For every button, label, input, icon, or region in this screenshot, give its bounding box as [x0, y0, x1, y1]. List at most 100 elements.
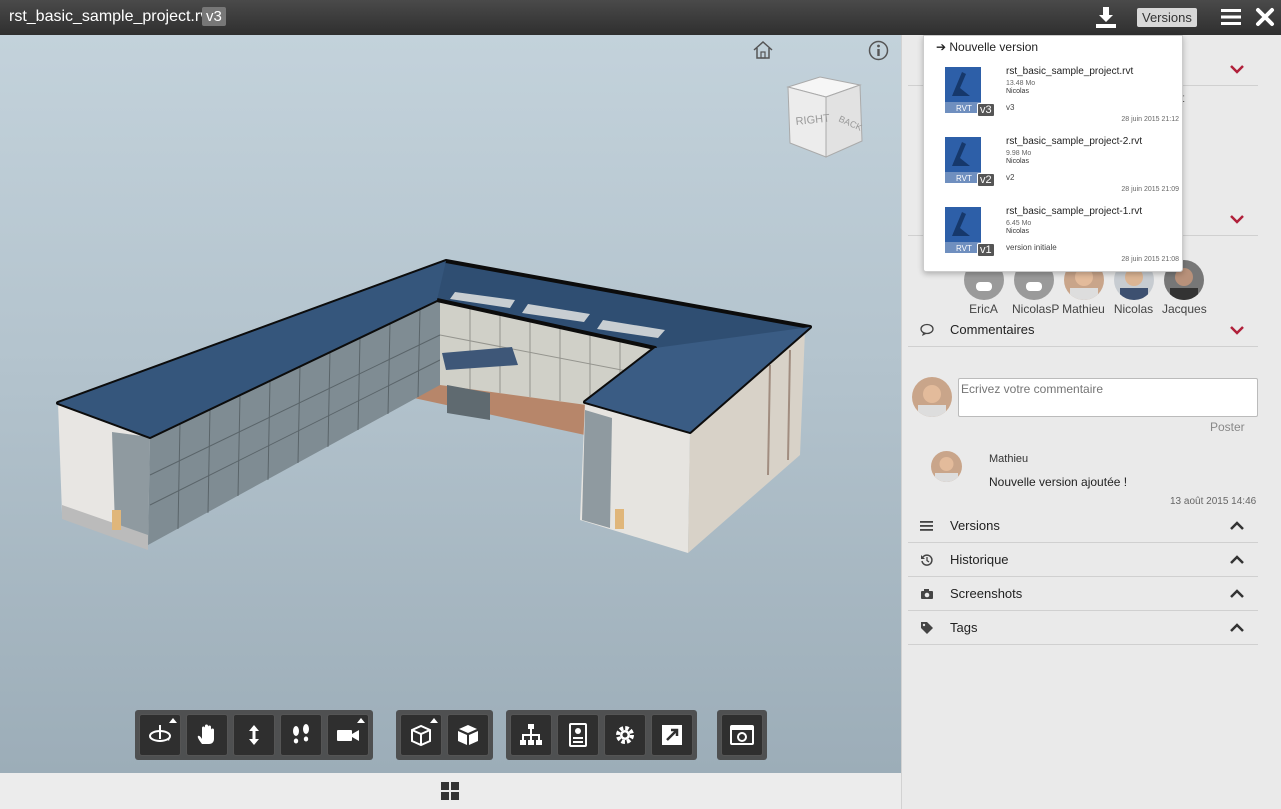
fullscreen-icon: [662, 725, 682, 745]
arrow-right-icon: ➔: [936, 40, 950, 54]
file-type-label: RVT: [956, 174, 972, 183]
new-version-button[interactable]: ➔ Nouvelle version: [936, 40, 1038, 54]
model-toolbar: [396, 710, 493, 760]
version-item[interactable]: RVT v1 rst_basic_sample_project-1.rvt 6.…: [924, 206, 1182, 276]
properties-button[interactable]: [557, 714, 599, 756]
pan-tool-button[interactable]: [186, 714, 228, 756]
chevron-up-icon: [1230, 623, 1244, 632]
home-view-button[interactable]: [752, 40, 774, 60]
3d-viewer[interactable]: RIGHT BACK: [0, 35, 901, 773]
screenshot-toolbar: [717, 710, 767, 760]
version-date: 28 juin 2015 21:09: [1121, 186, 1179, 193]
model-tree-icon: [520, 724, 542, 745]
camera-icon: [921, 589, 933, 599]
settings-gear-icon: [616, 726, 634, 744]
section-box-icon: [411, 724, 431, 747]
fullscreen-button[interactable]: [651, 714, 693, 756]
close-icon: [1256, 8, 1274, 26]
file-title: rst_basic_sample_project.rvt: [9, 8, 213, 25]
chevron-down-icon: [1230, 65, 1244, 74]
orbit-tool-button[interactable]: [139, 714, 181, 756]
comment-text: Nouvelle version ajoutée !: [989, 475, 1128, 489]
chevron-down-icon: [1230, 215, 1244, 224]
comment-author: Mathieu: [989, 453, 1029, 465]
hamburger-menu-icon: [1221, 9, 1241, 25]
version-file-size: 6.45 Mo: [1006, 220, 1032, 227]
version-tag: v2: [977, 173, 995, 187]
view-cube-graphic: RIGHT BACK: [786, 76, 864, 158]
top-bar: rst_basic_sample_project.rvt v3 Versions: [0, 0, 1281, 35]
section-versions[interactable]: Versions: [908, 509, 1258, 543]
comment-date: 13 août 2015 14:46: [1170, 496, 1257, 507]
comment-input[interactable]: [958, 378, 1258, 417]
history-icon: [921, 554, 933, 566]
section-screenshots[interactable]: Screenshots: [908, 577, 1258, 611]
tags-icon: [921, 622, 933, 634]
version-file-name: rst_basic_sample_project-2.rvt: [1006, 136, 1143, 147]
version-tag: v1: [977, 243, 995, 257]
zoom-arrows-icon: [249, 725, 259, 745]
camera-icon: [337, 730, 359, 741]
version-file-size: 9.98 Mo: [1006, 150, 1032, 157]
file-type-label: RVT: [956, 104, 972, 113]
chevron-up-icon: [1230, 555, 1244, 564]
info-button[interactable]: [868, 40, 889, 61]
post-comment-button[interactable]: Poster: [1210, 420, 1245, 434]
new-version-label: Nouvelle version: [949, 40, 1039, 54]
properties-icon: [569, 723, 587, 747]
versions-dropdown: ➔ Nouvelle version RVT v3 rst_basic_samp…: [923, 35, 1183, 272]
section-screenshots-label: Screenshots: [950, 586, 1023, 601]
section-comments-label: Commentaires: [950, 322, 1035, 337]
version-item[interactable]: RVT v2 rst_basic_sample_project-2.rvt 9.…: [924, 136, 1182, 206]
explode-cube-icon: [458, 725, 478, 745]
file-type-label: RVT: [956, 244, 972, 253]
pan-hand-icon: [197, 724, 214, 744]
chevron-up-icon: [1230, 521, 1244, 530]
zoom-tool-button[interactable]: [233, 714, 275, 756]
model-tree-button[interactable]: [510, 714, 552, 756]
camera-tool-button[interactable]: [327, 714, 369, 756]
navigation-toolbar: [135, 710, 373, 760]
bottom-strip: [0, 773, 901, 809]
walk-footprints-icon: [293, 724, 309, 744]
download-icon: [1096, 7, 1116, 28]
view-cube[interactable]: RIGHT BACK: [782, 73, 868, 163]
version-item[interactable]: RVT v3 rst_basic_sample_project.rvt 13.4…: [924, 66, 1182, 136]
section-tool-button[interactable]: [400, 714, 442, 756]
orbit-icon: [149, 725, 171, 742]
version-label: v3: [1006, 103, 1015, 112]
version-date: 28 juin 2015 21:12: [1121, 116, 1179, 123]
current-user-avatar: [912, 377, 952, 417]
version-label: version initiale: [1006, 243, 1057, 252]
current-version-badge: v3: [202, 7, 226, 26]
download-button[interactable]: [1094, 5, 1118, 29]
comment-bubble-icon: [920, 323, 934, 336]
version-file-name: rst_basic_sample_project-1.rvt: [1006, 206, 1143, 217]
settings-button[interactable]: [604, 714, 646, 756]
version-tag: v3: [977, 103, 995, 117]
grid-view-icon[interactable]: [441, 782, 459, 800]
version-label: v2: [1006, 173, 1015, 182]
version-file-name: rst_basic_sample_project.rvt: [1006, 66, 1134, 77]
screenshot-button[interactable]: [721, 714, 763, 756]
chevron-down-icon: [1230, 326, 1244, 335]
settings-toolbar: [506, 710, 697, 760]
screenshot-icon: [730, 725, 754, 745]
version-author: Nicolas: [1006, 88, 1029, 95]
walk-tool-button[interactable]: [280, 714, 322, 756]
version-file-size: 13.48 Mo: [1006, 80, 1036, 87]
section-tags[interactable]: Tags: [908, 611, 1258, 645]
menu-button[interactable]: [1221, 7, 1243, 27]
section-history[interactable]: Historique: [908, 543, 1258, 577]
section-history-label: Historique: [950, 552, 1009, 567]
version-author: Nicolas: [1006, 228, 1029, 235]
section-versions-label: Versions: [950, 518, 1000, 533]
list-lines-icon: [920, 521, 933, 531]
building-3d-model[interactable]: [0, 35, 901, 773]
section-tags-label: Tags: [950, 620, 978, 635]
close-button[interactable]: [1255, 7, 1275, 27]
comment-author-avatar: [931, 451, 962, 482]
section-comments[interactable]: Commentaires: [908, 313, 1258, 347]
explode-tool-button[interactable]: [447, 714, 489, 756]
versions-button[interactable]: Versions: [1137, 8, 1197, 27]
